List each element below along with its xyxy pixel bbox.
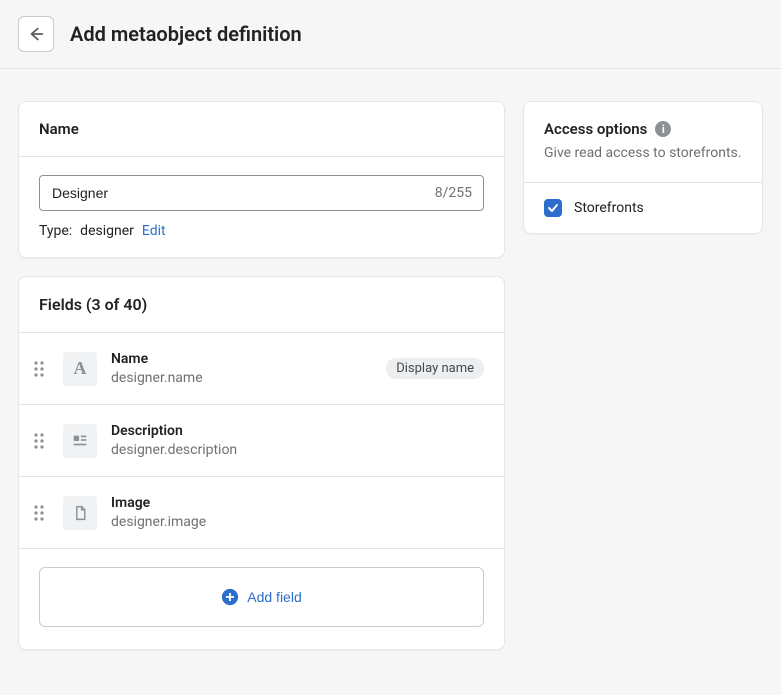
- field-name-label: Image: [111, 495, 484, 511]
- name-card-body: 8/255 Type: designer Edit: [19, 157, 504, 257]
- field-row-image[interactable]: Image designer.image: [19, 477, 504, 549]
- name-card-title: Name: [19, 102, 504, 157]
- field-row-description[interactable]: Description designer.description: [19, 405, 504, 477]
- display-name-badge: Display name: [386, 358, 484, 379]
- drag-handle-icon[interactable]: [29, 359, 49, 379]
- name-input[interactable]: [39, 175, 484, 211]
- field-key-label: designer.description: [111, 442, 484, 458]
- access-description: Give read access to storefronts.: [544, 144, 742, 164]
- check-icon: [547, 202, 559, 214]
- drag-handle-icon[interactable]: [29, 431, 49, 451]
- arrow-left-icon: [27, 25, 45, 43]
- access-header: Access options i Give read access to sto…: [524, 102, 762, 176]
- name-input-wrapper: 8/255: [39, 175, 484, 211]
- add-field-wrapper: Add field: [19, 549, 504, 649]
- access-options-card: Access options i Give read access to sto…: [523, 101, 763, 234]
- field-info: Description designer.description: [111, 423, 484, 458]
- type-label: Type:: [39, 223, 72, 239]
- storefronts-label: Storefronts: [574, 200, 644, 216]
- edit-type-link[interactable]: Edit: [142, 223, 166, 239]
- text-field-icon: A: [63, 352, 97, 386]
- page-header: Add metaobject definition: [0, 0, 781, 69]
- fields-card: Fields (3 of 40) A Name designer.name D: [18, 276, 505, 650]
- main-column: Name 8/255 Type: designer Edit Fields (3…: [18, 101, 505, 650]
- fields-card-title: Fields (3 of 40): [19, 277, 504, 333]
- side-column: Access options i Give read access to sto…: [523, 101, 763, 234]
- access-title-row: Access options i: [544, 120, 742, 138]
- page-title: Add metaobject definition: [70, 22, 302, 46]
- info-icon[interactable]: i: [655, 121, 671, 137]
- content-area: Name 8/255 Type: designer Edit Fields (3…: [0, 69, 781, 668]
- field-info: Image designer.image: [111, 495, 484, 530]
- name-card: Name 8/255 Type: designer Edit: [18, 101, 505, 258]
- add-field-button[interactable]: Add field: [39, 567, 484, 627]
- field-row-name[interactable]: A Name designer.name Display name: [19, 333, 504, 405]
- back-button[interactable]: [18, 16, 54, 52]
- field-name-label: Name: [111, 351, 372, 367]
- name-char-count: 8/255: [435, 185, 472, 201]
- access-title: Access options: [544, 120, 647, 138]
- field-name-label: Description: [111, 423, 484, 439]
- field-key-label: designer.name: [111, 370, 372, 386]
- plus-circle-icon: [221, 588, 239, 606]
- storefronts-checkbox[interactable]: [544, 199, 562, 217]
- drag-handle-icon[interactable]: [29, 503, 49, 523]
- storefronts-option: Storefronts: [524, 183, 762, 233]
- file-field-icon: [63, 496, 97, 530]
- field-key-label: designer.image: [111, 514, 484, 530]
- add-field-label: Add field: [247, 589, 301, 605]
- type-value: designer: [80, 223, 134, 239]
- type-row: Type: designer Edit: [39, 223, 484, 239]
- richtext-field-icon: [63, 424, 97, 458]
- field-info: Name designer.name: [111, 351, 372, 386]
